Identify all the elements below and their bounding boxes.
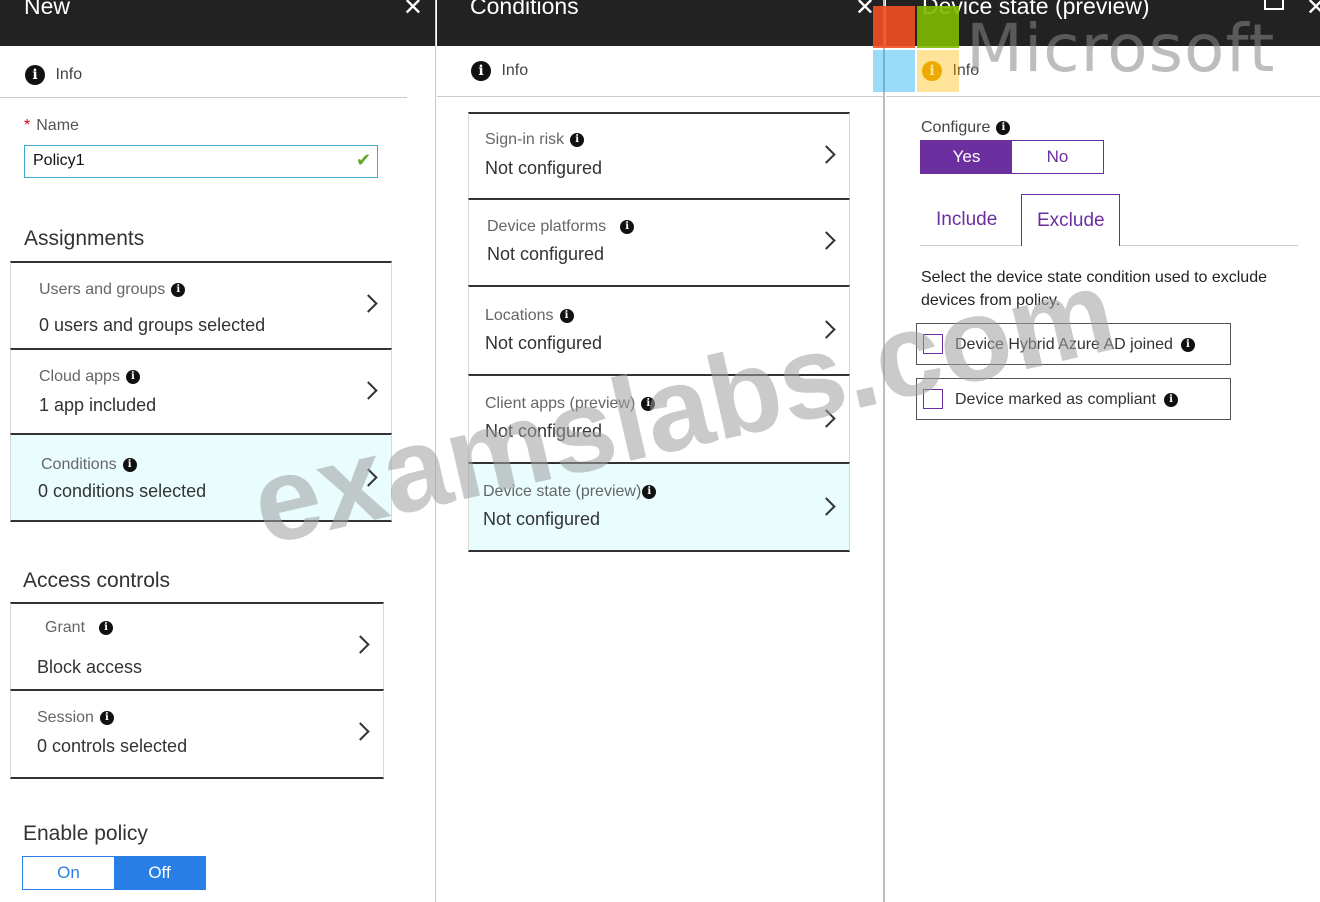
cloud-apps-label: Cloud apps — [39, 368, 120, 385]
configure-label: Configure i — [921, 119, 1011, 137]
configure-yes[interactable]: Yes — [921, 141, 1012, 173]
client-apps-label: Client apps (preview) — [485, 395, 636, 412]
locations-row[interactable]: Locations i Not configured — [468, 285, 850, 375]
logo-yellow-square — [917, 50, 959, 92]
grant-row[interactable]: Grant i Block access — [10, 602, 384, 690]
info-icon: i — [570, 132, 585, 147]
close-icon[interactable]: ✕ — [855, 0, 875, 22]
conditions-blade: Conditions ✕ i Info Sign-in risk i Not co… — [437, 0, 885, 902]
chevron-right-icon — [359, 294, 378, 313]
grant-label: Grant — [45, 619, 86, 636]
info-icon: i — [171, 282, 186, 297]
session-row[interactable]: Session i 0 controls selected — [10, 689, 384, 779]
info-icon: i — [1180, 337, 1195, 352]
hybrid-joined-label: Device Hybrid Azure AD joined — [955, 336, 1173, 353]
name-label: * Name — [24, 117, 79, 134]
configure-toggle[interactable]: Yes No — [920, 140, 1104, 174]
chevron-right-icon — [359, 381, 378, 400]
chevron-right-icon — [817, 231, 836, 250]
close-icon[interactable]: ✕ — [403, 0, 423, 22]
logo-green-square — [917, 6, 959, 48]
checkbox-row-compliant[interactable]: Device marked as compliant i — [916, 378, 1231, 420]
checkbox-row-hybrid-joined[interactable]: Device Hybrid Azure AD joined i — [916, 323, 1231, 365]
chevron-right-icon — [817, 145, 836, 164]
configure-no[interactable]: No — [1012, 141, 1103, 173]
required-asterisk: * — [24, 117, 31, 134]
assignments-heading: Assignments — [24, 227, 145, 250]
checkmark-icon: ✔ — [356, 150, 372, 170]
conditions-info-bar[interactable]: i Info — [437, 46, 883, 97]
session-label: Session — [37, 709, 94, 726]
conditions-value: 0 conditions selected — [38, 481, 207, 501]
enable-policy-on[interactable]: On — [23, 857, 114, 889]
hybrid-joined-checkbox[interactable] — [923, 334, 943, 354]
device-state-label: Device state (preview) — [483, 483, 642, 500]
device-platforms-row[interactable]: Device platforms i Not configured — [468, 198, 850, 286]
users-and-groups-row[interactable]: Users and groups i 0 users and groups sel… — [10, 261, 392, 349]
compliant-checkbox[interactable] — [923, 389, 943, 409]
device-state-blade: Device state (preview) ✕ i Info Configur… — [886, 0, 1320, 902]
enable-policy-off[interactable]: Off — [114, 857, 205, 889]
chevron-right-icon — [351, 635, 370, 654]
logo-red-square — [873, 6, 915, 48]
client-apps-value: Not configured — [485, 421, 603, 441]
sign-in-risk-value: Not configured — [485, 158, 603, 178]
grant-value: Block access — [37, 657, 143, 677]
chevron-right-icon — [817, 497, 836, 516]
users-and-groups-value: 0 users and groups selected — [39, 315, 266, 335]
cloud-apps-value: 1 app included — [39, 395, 157, 415]
info-icon: i — [1163, 392, 1178, 407]
chevron-right-icon — [351, 722, 370, 741]
session-value: 0 controls selected — [37, 736, 188, 756]
locations-label: Locations — [485, 307, 554, 324]
sign-in-risk-label: Sign-in risk — [485, 131, 565, 148]
tab-include[interactable]: Include — [936, 209, 997, 231]
sign-in-risk-row[interactable]: Sign-in risk i Not configured — [468, 112, 850, 197]
new-blade-title: New — [24, 0, 71, 19]
info-icon: i — [99, 620, 114, 635]
info-icon: i — [620, 219, 635, 234]
microsoft-wordmark: Microsoft — [966, 10, 1276, 87]
conditions-row[interactable]: Conditions i 0 conditions selected — [10, 433, 392, 522]
chevron-right-icon — [817, 320, 836, 339]
close-icon[interactable]: ✕ — [1306, 0, 1320, 22]
access-controls-heading: Access controls — [23, 569, 171, 592]
compliant-label: Device marked as compliant — [955, 391, 1156, 408]
conditions-blade-title: Conditions — [470, 0, 579, 19]
info-icon: i — [641, 396, 656, 411]
name-input[interactable]: Policy1 — [24, 145, 378, 178]
device-platforms-value: Not configured — [487, 244, 605, 264]
new-blade-titlebar: New ✕ — [0, 0, 435, 46]
info-icon: i — [99, 710, 114, 725]
device-state-value: Not configured — [483, 509, 601, 529]
device-platforms-label: Device platforms — [487, 218, 607, 235]
tab-exclude[interactable]: Exclude — [1021, 194, 1120, 246]
enable-policy-toggle[interactable]: On Off — [22, 856, 206, 890]
conditions-label: Conditions — [41, 456, 117, 473]
chevron-right-icon — [359, 468, 378, 487]
microsoft-logo — [873, 6, 959, 92]
client-apps-row[interactable]: Client apps (preview) i Not configured — [468, 374, 850, 463]
info-icon: i — [559, 308, 574, 323]
logo-blue-square — [873, 50, 915, 92]
maximize-icon[interactable] — [1264, 0, 1284, 10]
info-icon: i — [25, 65, 45, 85]
conditions-blade-titlebar: Conditions ✕ — [437, 0, 883, 46]
info-label: Info — [55, 65, 83, 83]
users-and-groups-label: Users and groups — [39, 281, 166, 298]
info-icon: i — [996, 120, 1011, 135]
info-label: Info — [501, 61, 529, 79]
new-policy-blade: New ✕ i Info * Name Policy1 ✔ Assignments… — [0, 0, 436, 902]
info-icon: i — [642, 484, 657, 499]
exclude-description: Select the device state condition used t… — [921, 269, 1267, 309]
chevron-right-icon — [817, 409, 836, 428]
new-blade-info-bar[interactable]: i Info — [0, 46, 407, 98]
locations-value: Not configured — [485, 333, 603, 353]
info-icon: i — [471, 61, 491, 81]
info-icon: i — [122, 457, 137, 472]
enable-policy-heading: Enable policy — [23, 822, 148, 845]
device-state-row[interactable]: Device state (preview) i Not configured — [468, 462, 850, 552]
cloud-apps-row[interactable]: Cloud apps i 1 app included — [10, 348, 392, 434]
info-icon: i — [125, 369, 140, 384]
